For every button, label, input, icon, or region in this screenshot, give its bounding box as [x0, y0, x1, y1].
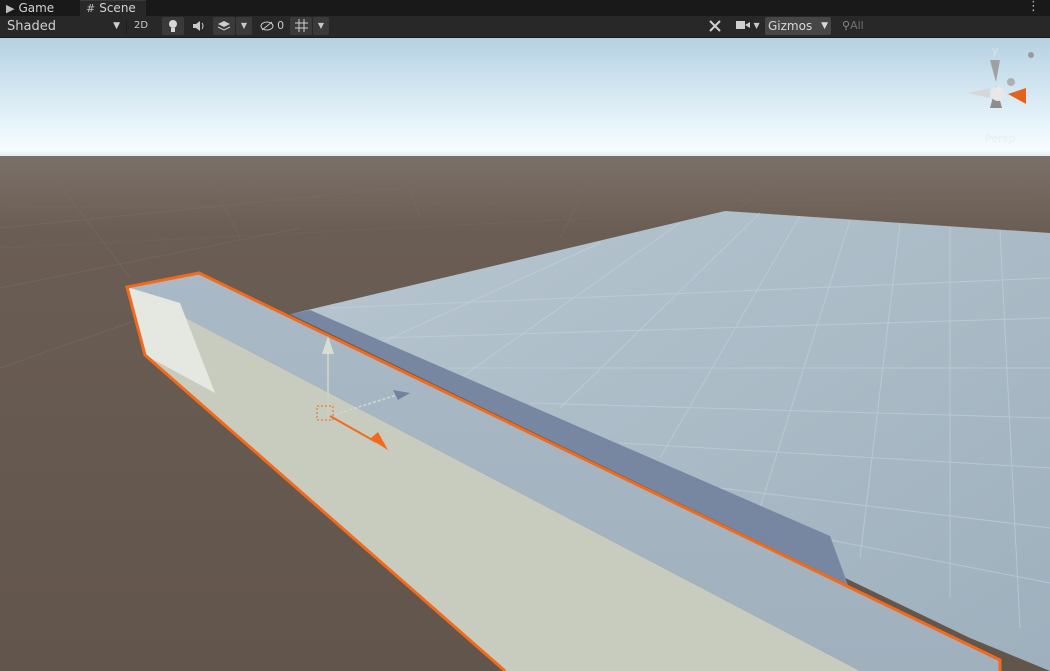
gizmo-axis-label: y [992, 44, 999, 57]
hidden-object-count: 0 [277, 19, 285, 32]
gizmos-label: Gizmos [768, 19, 813, 33]
draw-mode-value: Shaded [7, 19, 56, 34]
z-cone-icon[interactable] [1007, 78, 1015, 86]
chevron-down-icon: ▼ [753, 21, 760, 30]
chevron-down-icon: ▼ [113, 21, 120, 31]
tab-game-label: Game [18, 0, 55, 15]
effects-dropdown[interactable]: ▼ [236, 17, 252, 35]
hierarchy-search-input[interactable]: ⚲​ All [842, 17, 1042, 35]
projection-label[interactable]: Persp [985, 132, 1015, 145]
grid-dropdown[interactable]: ▼ [313, 17, 329, 35]
2d-toggle-button[interactable]: 2D [130, 17, 152, 35]
speaker-icon [193, 21, 204, 31]
more-options-icon[interactable]: ⋮ [1027, 0, 1040, 14]
window-tab-bar: ▶​ Game # Scene ⋮ [0, 0, 1050, 16]
camera-settings-dropdown[interactable]: ▼ [732, 17, 764, 35]
gizmos-dropdown[interactable]: Gizmos ▼ [765, 17, 831, 35]
grid-toggle-button[interactable] [290, 17, 312, 35]
toolbar-divider [126, 19, 127, 34]
tools-button[interactable] [705, 17, 725, 35]
eye-slash-icon [260, 21, 274, 31]
search-placeholder: All [850, 19, 864, 32]
scene-render[interactable]: y Persp [0, 38, 1050, 671]
skybox [0, 38, 1050, 163]
audio-toggle-button[interactable] [189, 17, 209, 35]
effects-toggle-button[interactable] [213, 17, 235, 35]
draw-mode-dropdown[interactable]: Shaded ▼ [7, 17, 122, 36]
gamepad-icon: ▶​ [6, 1, 15, 15]
2d-toggle-label: 2D [133, 20, 149, 31]
lighting-toggle-button[interactable] [162, 17, 184, 35]
scene-toolbar: Shaded ▼ 2D ▼ 0 ▼ [0, 16, 1050, 38]
chevron-down-icon: ▼ [317, 21, 325, 30]
scene-viewport[interactable]: y Persp [0, 38, 1050, 671]
scene-visibility-toggle[interactable]: 0 [258, 17, 286, 35]
tab-scene-label: Scene [99, 1, 136, 15]
camera-icon [736, 21, 751, 29]
chevron-down-icon: ▼ [240, 21, 248, 30]
tab-game[interactable]: ▶​ Game [6, 0, 54, 16]
layers-icon [217, 21, 231, 31]
lightbulb-icon [169, 20, 177, 32]
chevron-down-icon: ▼ [821, 21, 828, 31]
grid-icon: # [86, 2, 96, 15]
center-cube-icon[interactable] [991, 87, 1005, 101]
search-icon: ⚲​ [842, 19, 851, 32]
wrench-icon [709, 20, 721, 32]
tab-scene[interactable]: # Scene [80, 0, 146, 16]
grid-icon [294, 19, 308, 32]
gizmo-lock-icon[interactable] [1028, 52, 1034, 58]
